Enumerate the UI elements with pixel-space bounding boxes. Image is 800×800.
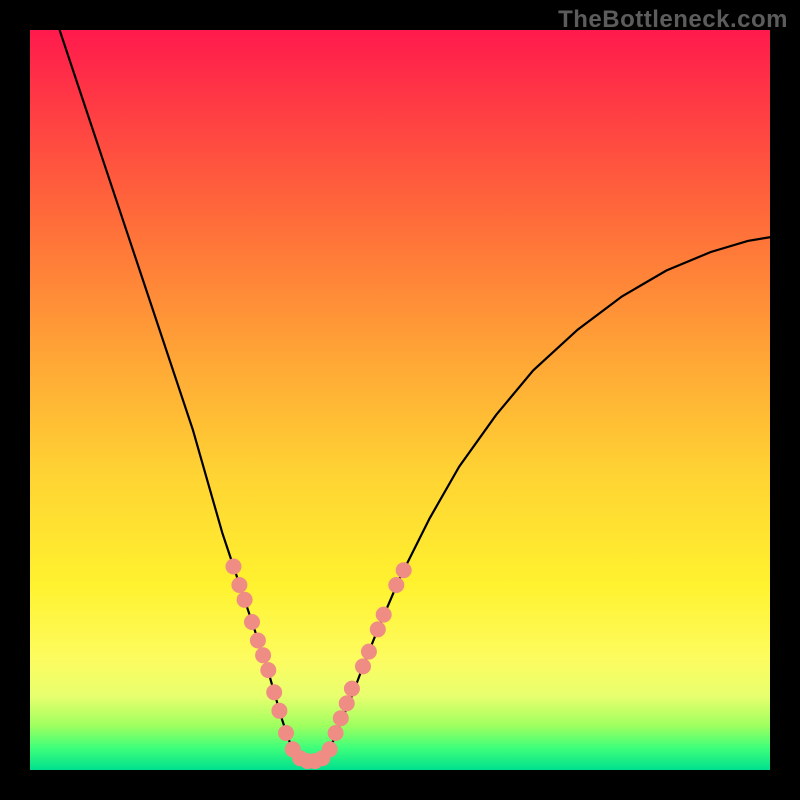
data-marker xyxy=(370,621,386,637)
data-marker xyxy=(339,695,355,711)
data-marker xyxy=(333,710,349,726)
data-marker xyxy=(237,592,253,608)
chart-plot-area xyxy=(30,30,770,770)
marker-group xyxy=(226,559,412,770)
data-marker xyxy=(255,647,271,663)
data-marker xyxy=(376,607,392,623)
data-marker xyxy=(355,658,371,674)
curve-group xyxy=(60,30,770,763)
data-marker xyxy=(396,562,412,578)
watermark-text: TheBottleneck.com xyxy=(558,6,788,34)
data-marker xyxy=(328,725,344,741)
data-marker xyxy=(244,614,260,630)
chart-overlay xyxy=(30,30,770,770)
data-marker xyxy=(388,577,404,593)
data-marker xyxy=(361,644,377,660)
chart-frame: TheBottleneck.com xyxy=(0,0,800,800)
data-marker xyxy=(278,725,294,741)
data-marker xyxy=(226,559,242,575)
data-marker xyxy=(266,684,282,700)
bottleneck-curve xyxy=(60,30,770,763)
data-marker xyxy=(344,681,360,697)
data-marker xyxy=(271,703,287,719)
data-marker xyxy=(250,633,266,649)
data-marker xyxy=(231,577,247,593)
data-marker xyxy=(260,662,276,678)
data-marker xyxy=(322,741,338,757)
